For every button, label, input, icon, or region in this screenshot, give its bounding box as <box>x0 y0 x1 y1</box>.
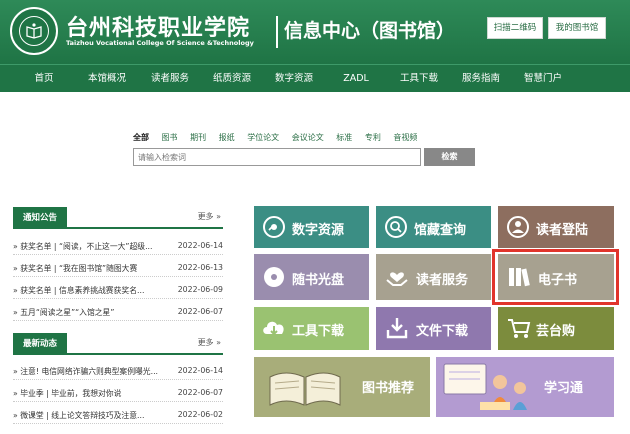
notice-title[interactable]: » 五月“阅读之星”“入馆之星” <box>13 307 173 318</box>
download-icon <box>384 315 410 341</box>
search-tab-conference[interactable]: 会议论文 <box>292 133 324 142</box>
notice-title[interactable]: » 获奖名单 | 信息素养挑战赛获奖名... <box>13 285 173 296</box>
main-nav: 首页 本馆概况 读者服务 纸质资源 数字资源 ZADL 工具下载 服务指南 智慧… <box>0 64 630 92</box>
my-library-button[interactable]: 我的图书馆 <box>548 17 606 39</box>
user-icon <box>506 215 530 239</box>
tile-file-download[interactable]: 文件下载 <box>376 307 491 350</box>
search-tab-patents[interactable]: 专利 <box>365 133 381 142</box>
search-tab-theses[interactable]: 学位论文 <box>247 133 279 142</box>
news-date: 2022-06-07 <box>177 388 223 397</box>
notice-title[interactable]: » 获奖名单 | “我在图书馆”随图大赛 <box>13 263 173 274</box>
notices-title: 通知公告 <box>13 207 68 229</box>
nav-tool-download[interactable]: 工具下载 <box>400 65 438 93</box>
notice-item[interactable]: » 五月“阅读之星”“入馆之星” 2022-06-07 <box>13 307 223 321</box>
tile-label: 数字资源 <box>292 223 345 238</box>
tile-book-recommend[interactable]: 图书推荐 <box>254 357 430 417</box>
nav-reader-services[interactable]: 读者服务 <box>151 65 189 93</box>
nav-zadl[interactable]: ZADL <box>343 65 369 93</box>
tile-xuexitong[interactable]: 学习通 <box>436 357 614 417</box>
nav-about[interactable]: 本馆概况 <box>88 65 126 93</box>
nav-digital-resources[interactable]: 数字资源 <box>275 65 313 93</box>
tile-tool-download[interactable]: 工具下载 <box>254 307 369 350</box>
tile-label: 工具下载 <box>292 324 345 339</box>
search-tab-journals[interactable]: 期刊 <box>190 133 206 142</box>
disc-icon <box>262 265 286 289</box>
news-item[interactable]: » 毕业季 | 毕业前，我想对你说 2022-06-07 <box>13 388 223 402</box>
nav-print-resources[interactable]: 纸质资源 <box>213 65 251 93</box>
scan-qr-button[interactable]: 扫描二维码 <box>487 17 543 39</box>
hands-heart-icon <box>384 264 410 290</box>
header-divider <box>276 16 278 48</box>
search-tab-newspapers[interactable]: 报纸 <box>219 133 235 142</box>
tile-reader-service[interactable]: 读者服务 <box>376 254 491 300</box>
book-emblem-icon <box>26 23 42 39</box>
tile-label: 读者服务 <box>416 273 469 288</box>
tile-book-cd[interactable]: 随书光盘 <box>254 254 369 300</box>
notice-item[interactable]: » 获奖名单 | 信息素养挑战赛获奖名... 2022-06-09 <box>13 285 223 299</box>
news-item[interactable]: » 注意! 电信网络诈骗六则典型案例曝光... 2022-06-14 <box>13 366 223 380</box>
tile-label: 芸台购 <box>536 324 576 339</box>
tile-label: 随书光盘 <box>292 273 345 288</box>
search-type-tabs: 全部 图书 期刊 报纸 学位论文 会议论文 标准 专利 音视频 <box>133 132 427 143</box>
nav-smart-portal[interactable]: 智慧门户 <box>524 65 562 93</box>
cloud-download-icon <box>260 315 288 341</box>
college-logo[interactable] <box>10 7 58 55</box>
tile-label: 文件下载 <box>416 324 469 339</box>
open-book-icon <box>266 363 344 411</box>
tile-label: 图书推荐 <box>362 381 415 396</box>
tile-label: 学习通 <box>544 381 584 396</box>
notice-title[interactable]: » 获奖名单 | “阅读，不止这一大”超级... <box>13 241 173 252</box>
search-button[interactable]: 检索 <box>424 148 475 166</box>
news-headline[interactable]: » 微课堂 | 线上论文答辩技巧及注意... <box>13 410 173 421</box>
search-input[interactable] <box>133 148 421 166</box>
school-name-english: Taizhou Vocational College Of Science &T… <box>66 39 254 47</box>
tile-yuntai-shop[interactable]: 芸台购 <box>498 307 614 350</box>
cd-link-icon <box>262 215 286 239</box>
news-date: 2022-06-14 <box>177 366 223 375</box>
news-headline[interactable]: » 毕业季 | 毕业前，我想对你说 <box>13 388 173 399</box>
notice-date: 2022-06-07 <box>177 307 223 316</box>
notices-more-link[interactable]: 更多 » <box>198 211 221 222</box>
news-date: 2022-06-02 <box>177 410 223 419</box>
search-tab-books[interactable]: 图书 <box>162 133 178 142</box>
notice-date: 2022-06-13 <box>177 263 223 272</box>
tile-label: 读者登陆 <box>536 223 589 238</box>
notice-date: 2022-06-09 <box>177 285 223 294</box>
site-title: 信息中心（图书馆） <box>284 20 456 42</box>
tile-collection-search[interactable]: 馆藏查询 <box>376 206 491 248</box>
news-header: 最新动态 更多 » <box>13 333 223 355</box>
news-title: 最新动态 <box>13 333 68 355</box>
tile-reader-login[interactable]: 读者登陆 <box>498 206 614 248</box>
tile-digital-resources[interactable]: 数字资源 <box>254 206 369 248</box>
search-tab-all[interactable]: 全部 <box>133 133 149 142</box>
search-tab-standards[interactable]: 标准 <box>336 133 352 142</box>
search-icon <box>384 215 408 239</box>
news-more-link[interactable]: 更多 » <box>198 337 221 348</box>
cart-icon <box>506 315 532 341</box>
school-name: 台州科技职业学院 <box>66 15 251 41</box>
notices-header: 通知公告 更多 » <box>13 207 223 229</box>
nav-home[interactable]: 首页 <box>34 65 53 93</box>
highlight-box <box>492 249 619 305</box>
notice-item[interactable]: » 获奖名单 | “阅读，不止这一大”超级... 2022-06-14 <box>13 241 223 255</box>
site-header: 台州科技职业学院 Taizhou Vocational College Of S… <box>0 0 630 64</box>
news-headline[interactable]: » 注意! 电信网络诈骗六则典型案例曝光... <box>13 366 173 377</box>
students-illustration-icon <box>440 360 530 414</box>
nav-service-guide[interactable]: 服务指南 <box>462 65 500 93</box>
notice-date: 2022-06-14 <box>177 241 223 250</box>
notice-item[interactable]: » 获奖名单 | “我在图书馆”随图大赛 2022-06-13 <box>13 263 223 277</box>
tile-label: 馆藏查询 <box>414 223 467 238</box>
search-tab-media[interactable]: 音视频 <box>393 133 417 142</box>
news-item[interactable]: » 微课堂 | 线上论文答辩技巧及注意... 2022-06-02 <box>13 410 223 424</box>
